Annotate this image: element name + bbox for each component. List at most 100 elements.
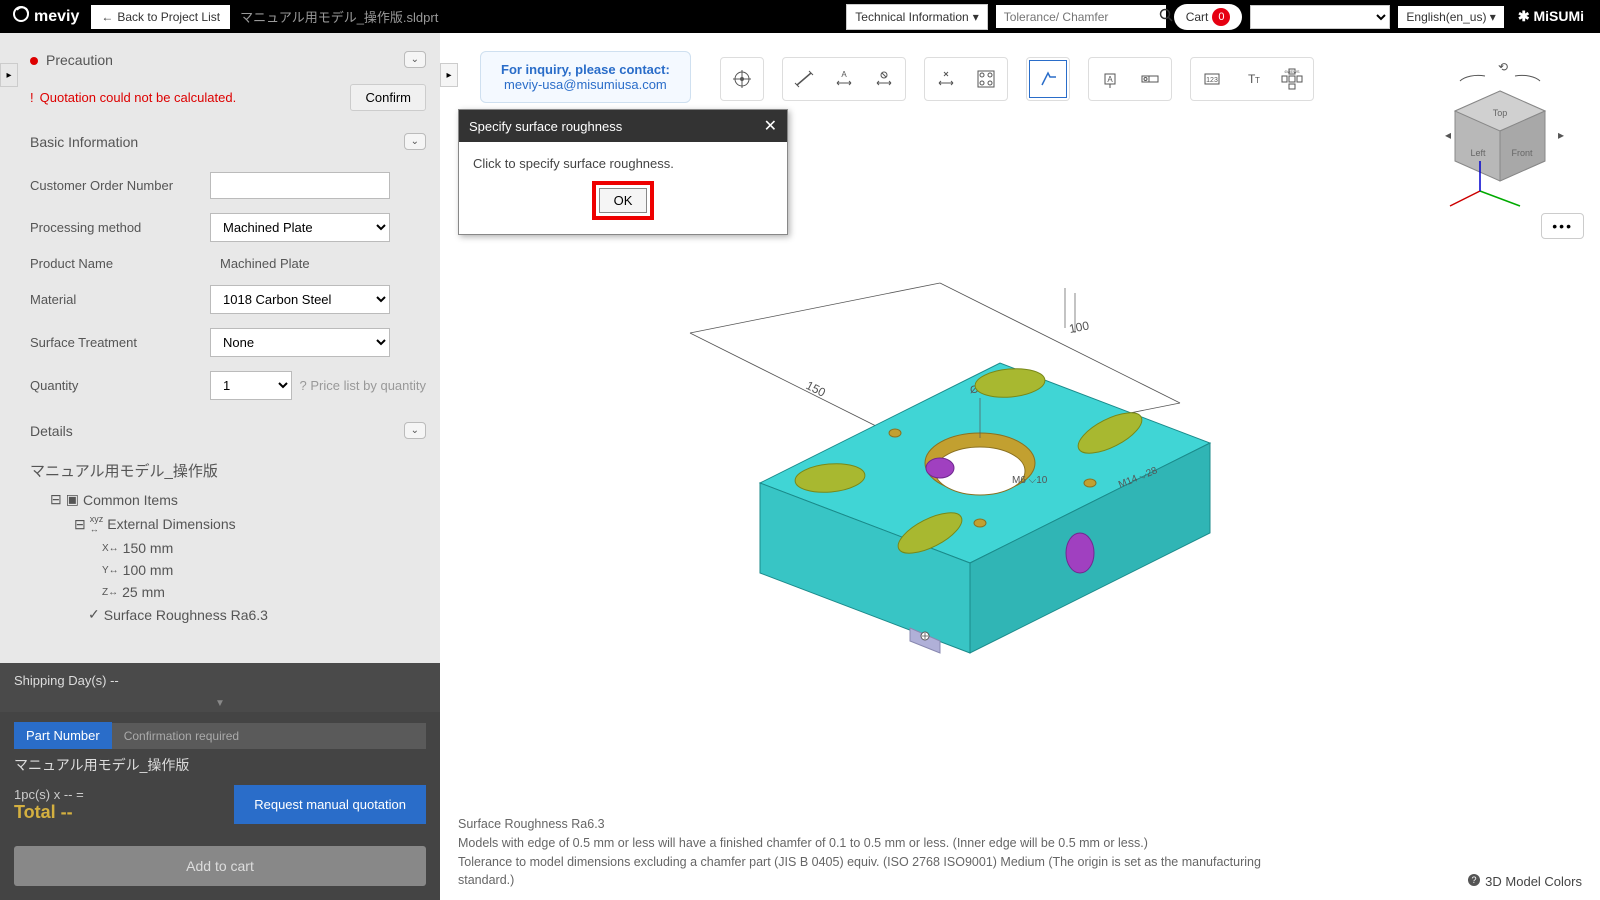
tool-group-5: A: [1088, 57, 1172, 101]
processing-method-row: Processing method Machined Plate: [30, 213, 426, 242]
chevron-down-icon[interactable]: ⌄: [404, 133, 426, 150]
chevron-down-icon: ▾: [973, 10, 979, 24]
surface-row: Surface Treatment None: [30, 328, 426, 357]
model-3d[interactable]: 150 100 Ø40: [640, 253, 1340, 693]
cart-label: Cart: [1186, 10, 1209, 24]
tool-distance[interactable]: [927, 60, 965, 98]
inquiry-box: For inquiry, please contact: meviy-usa@m…: [480, 51, 691, 103]
tree-root[interactable]: マニュアル用モデル_操作版: [30, 457, 426, 484]
product-name-row: Product Name Machined Plate: [30, 256, 426, 271]
footer-line3: Tolerance to model dimensions excluding …: [458, 853, 1278, 891]
tool-number[interactable]: 123: [1193, 60, 1231, 98]
tool-gdt[interactable]: [1131, 60, 1169, 98]
viewer-collapse-button[interactable]: ▸: [440, 63, 458, 87]
tree-common-items[interactable]: ⊟ ▣ Common Items: [30, 488, 426, 511]
alert-row: ! Quotation could not be calculated. Con…: [30, 84, 426, 111]
tool-group-2: A: [782, 57, 906, 101]
search-icon[interactable]: [1159, 8, 1173, 25]
quantity-select[interactable]: 1: [210, 371, 292, 400]
view-cube[interactable]: Top Left Front ◂ ▸ ⟲: [1440, 61, 1580, 201]
model-colors-label: 3D Model Colors: [1485, 874, 1582, 889]
chevron-down-icon[interactable]: ⌄: [404, 422, 426, 439]
tree-external-dims[interactable]: ⊟ xyz↔ External Dimensions: [30, 511, 426, 537]
processing-method-select[interactable]: Machined Plate: [210, 213, 390, 242]
cart-button[interactable]: Cart 0: [1174, 4, 1243, 30]
cube-icon: ▣: [66, 491, 79, 508]
material-select[interactable]: 1018 Carbon Steel: [210, 285, 390, 314]
part-number-tab[interactable]: Part Number: [14, 722, 112, 749]
svg-text:Front: Front: [1511, 148, 1533, 158]
tech-info-dropdown[interactable]: Technical Information ▾: [846, 4, 987, 30]
language-dropdown[interactable]: English(en_us) ▾: [1398, 6, 1503, 28]
tool-datum[interactable]: A: [1091, 60, 1129, 98]
cart-count: 0: [1212, 8, 1230, 26]
details-header[interactable]: Details ⌄: [30, 414, 426, 447]
svg-text:?: ?: [1472, 875, 1477, 885]
request-quotation-button[interactable]: Request manual quotation: [234, 785, 426, 824]
inquiry-email[interactable]: meviy-usa@misumiusa.com: [501, 77, 670, 92]
close-icon[interactable]: ✕: [764, 116, 777, 136]
model-colors-link[interactable]: ? 3D Model Colors: [1467, 873, 1582, 890]
bottom-panel: Shipping Day(s) -- ▼ Part Number Confirm…: [0, 663, 440, 900]
topbar: meviy ← Back to Project List マニュアル用モデル_操…: [0, 0, 1600, 33]
processing-method-label: Processing method: [30, 220, 210, 235]
precaution-header[interactable]: Precaution ⌄: [30, 43, 426, 76]
add-to-cart-button[interactable]: Add to cart: [14, 846, 426, 886]
alert-text: ! Quotation could not be calculated.: [30, 90, 236, 105]
tool-origin[interactable]: [723, 60, 761, 98]
tool-dimension[interactable]: [785, 60, 823, 98]
chevron-down-icon[interactable]: ⌄: [404, 51, 426, 68]
customer-order-input[interactable]: [210, 172, 390, 199]
basic-info-header[interactable]: Basic Information ⌄: [30, 125, 426, 158]
svg-text:Top: Top: [1493, 108, 1508, 118]
confirm-button[interactable]: Confirm: [350, 84, 426, 111]
tree-common-label: Common Items: [83, 492, 178, 508]
view-options-button[interactable]: •••: [1541, 213, 1584, 239]
expand-arrow-icon[interactable]: ▼: [0, 698, 440, 712]
total-line: Total --: [14, 802, 84, 823]
dim-150-label: 150: [804, 378, 828, 400]
svg-text:123: 123: [1206, 77, 1218, 84]
ok-button[interactable]: OK: [599, 188, 648, 213]
alert-dot-icon: [30, 57, 38, 65]
svg-text:⟲: ⟲: [1498, 61, 1508, 74]
quantity-row: Quantity 1 ? Price list by quantity: [30, 371, 426, 400]
language-label: English(en_us): [1406, 10, 1486, 24]
confirmation-required: Confirmation required: [112, 723, 426, 749]
customer-order-label: Customer Order Number: [30, 178, 210, 193]
material-row: Material 1018 Carbon Steel: [30, 285, 426, 314]
tree-toggle-icon[interactable]: ⊟: [50, 491, 62, 508]
tool-roughness[interactable]: [1029, 60, 1067, 98]
ok-highlight: OK: [592, 181, 655, 220]
search-box[interactable]: [996, 5, 1166, 28]
dim-100-label: 100: [1068, 318, 1091, 336]
tool-hole-pattern[interactable]: [967, 60, 1005, 98]
price-list-link[interactable]: ? Price list by quantity: [300, 378, 426, 393]
dialog-message: Click to specify surface roughness.: [473, 156, 773, 171]
tree-toggle-icon[interactable]: ⊟: [74, 516, 86, 533]
tree-dim-z-label: 25 mm: [122, 584, 165, 600]
gear-icon: ✱: [1518, 8, 1530, 24]
viewer[interactable]: ▸ For inquiry, please contact: meviy-usa…: [440, 33, 1600, 900]
footer-line2: Models with edge of 0.5 mm or less will …: [458, 834, 1582, 853]
sidebar-collapse-button[interactable]: ▸: [0, 63, 18, 87]
details-tree: マニュアル用モデル_操作版 ⊟ ▣ Common Items ⊟ xyz↔ Ex…: [30, 457, 426, 626]
tree-roughness-label: Surface Roughness Ra6.3: [104, 607, 268, 623]
back-button[interactable]: ← Back to Project List: [91, 5, 230, 29]
surface-select[interactable]: None: [210, 328, 390, 357]
tool-diameter[interactable]: [865, 60, 903, 98]
basic-info-label: Basic Information: [30, 134, 138, 150]
pcs-line: 1pc(s) x -- =: [14, 787, 84, 802]
tree-dim-x[interactable]: X↔ 150 mm: [30, 537, 426, 559]
tool-text[interactable]: TT: [1233, 60, 1271, 98]
tree-dim-y[interactable]: Y↔ 100 mm: [30, 559, 426, 581]
tree-roughness[interactable]: ✓ Surface Roughness Ra6.3: [30, 603, 426, 626]
project-dropdown[interactable]: [1250, 5, 1390, 29]
svg-text:Left: Left: [1470, 148, 1486, 158]
search-input[interactable]: [1004, 10, 1159, 24]
tree-dim-z[interactable]: Z↔ 25 mm: [30, 581, 426, 603]
tool-tolerance[interactable]: A: [825, 60, 863, 98]
dialog-header: Specify surface roughness ✕: [459, 110, 787, 142]
tool-views[interactable]: 6VIEWS: [1273, 60, 1311, 98]
inquiry-label: For inquiry, please contact:: [501, 62, 670, 77]
